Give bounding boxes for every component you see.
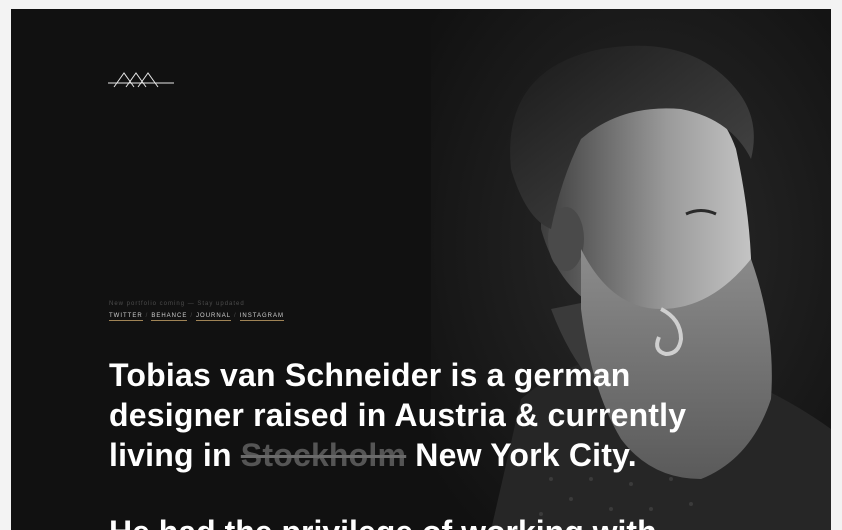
- social-links: TWITTER / BEHANCE / JOURNAL / INSTAGRAM: [109, 313, 284, 321]
- struck-city: Stockholm: [240, 437, 407, 473]
- current-city: New York City.: [415, 437, 637, 473]
- behance-link[interactable]: BEHANCE: [151, 313, 188, 321]
- link-separator: /: [190, 313, 194, 319]
- mountains-logo-icon[interactable]: [108, 67, 174, 89]
- link-separator: /: [145, 313, 149, 319]
- next-paragraph: He had the privilege of working with: [109, 512, 809, 530]
- hero-section: New portfolio coming — Stay updated TWIT…: [11, 9, 831, 530]
- headline-line-3-prefix: living in: [109, 437, 232, 473]
- headline-line-1: Tobias van Schneider is a german: [109, 357, 631, 393]
- instagram-link[interactable]: INSTAGRAM: [239, 313, 284, 321]
- headline-line-3: living in Stockholm New York City.: [109, 435, 749, 475]
- link-separator: /: [234, 313, 237, 319]
- intro-headline: Tobias van Schneider is a german designe…: [109, 355, 749, 475]
- journal-link[interactable]: JOURNAL: [196, 313, 232, 321]
- headline-line-2: designer raised in Austria & currently: [109, 397, 687, 433]
- twitter-link[interactable]: TWITTER: [109, 313, 143, 321]
- tagline: New portfolio coming — Stay updated: [109, 301, 245, 307]
- meta-block: New portfolio coming — Stay updated TWIT…: [109, 301, 284, 321]
